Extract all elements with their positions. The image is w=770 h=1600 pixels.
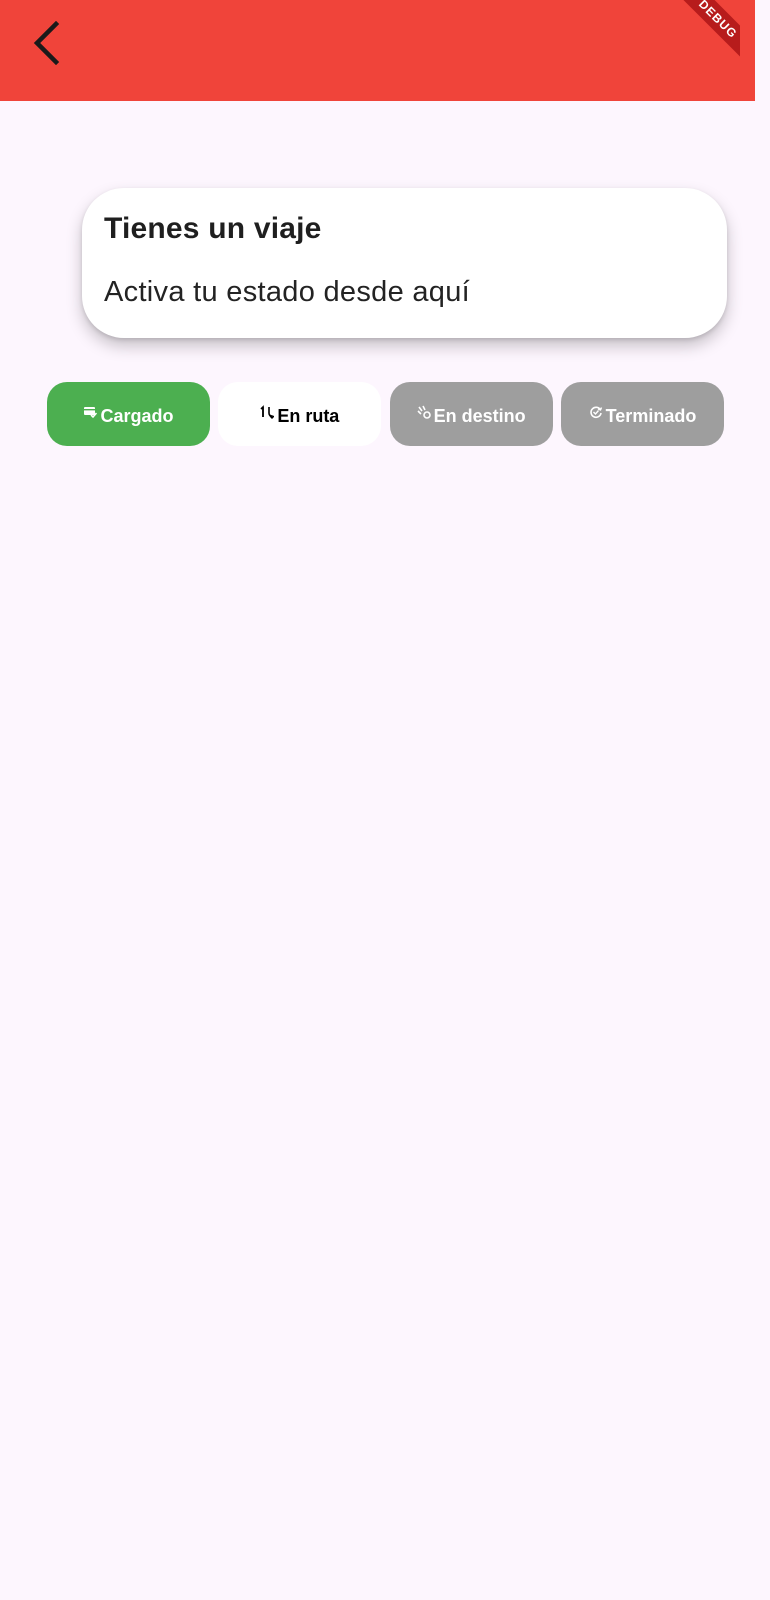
status-button-route[interactable]: En ruta: [218, 382, 382, 446]
finished-icon: [589, 405, 603, 419]
status-button-finished[interactable]: Terminado: [560, 382, 724, 446]
status-button-loaded-label: Cargado: [100, 405, 174, 426]
truck-check-icon: [83, 405, 98, 419]
status-button-loaded[interactable]: Cargado: [47, 382, 210, 446]
status-button-destination[interactable]: En destino: [389, 382, 553, 446]
trip-card-subtitle: Activa tu estado desde aquí: [104, 276, 471, 308]
chevron-left-icon: [33, 21, 60, 65]
debug-banner: DEBUG: [660, 0, 740, 80]
trip-card: Tienes un viaje Activa tu estado desde a…: [82, 188, 727, 338]
status-button-finished-label: Terminado: [605, 405, 697, 426]
status-button-row: Cargado En ruta En destino Terminado: [47, 382, 724, 446]
app-bar: DEBUG: [0, 0, 755, 101]
destination-icon: [417, 405, 431, 419]
status-button-destination-label: En destino: [433, 405, 526, 426]
status-button-route-label: En ruta: [277, 405, 340, 426]
trip-card-title: Tienes un viaje: [104, 212, 322, 245]
debug-banner-label: DEBUG: [667, 0, 740, 70]
route-icon: [260, 405, 275, 419]
back-button[interactable]: [18, 14, 76, 72]
